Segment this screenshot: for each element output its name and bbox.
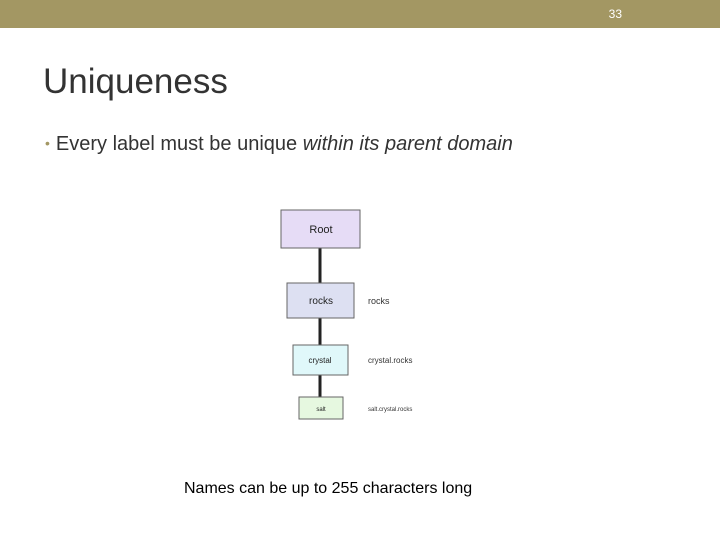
node-crystal-label: crystal xyxy=(308,356,331,365)
node-root-label: Root xyxy=(309,224,332,236)
node-rocks-label: rocks xyxy=(309,296,333,307)
node-salt-label: salt xyxy=(316,407,326,413)
domain-tree-diagram: Root rocks rocks crystal crystal.rocks s… xyxy=(280,209,412,420)
node-crystal-fullname: crystal.rocks xyxy=(368,356,412,365)
node-rocks-fullname: rocks xyxy=(368,296,390,306)
diagram-caption: Names can be up to 255 characters long xyxy=(184,480,473,497)
node-salt-fullname: salt.crystal.rocks xyxy=(368,407,412,413)
